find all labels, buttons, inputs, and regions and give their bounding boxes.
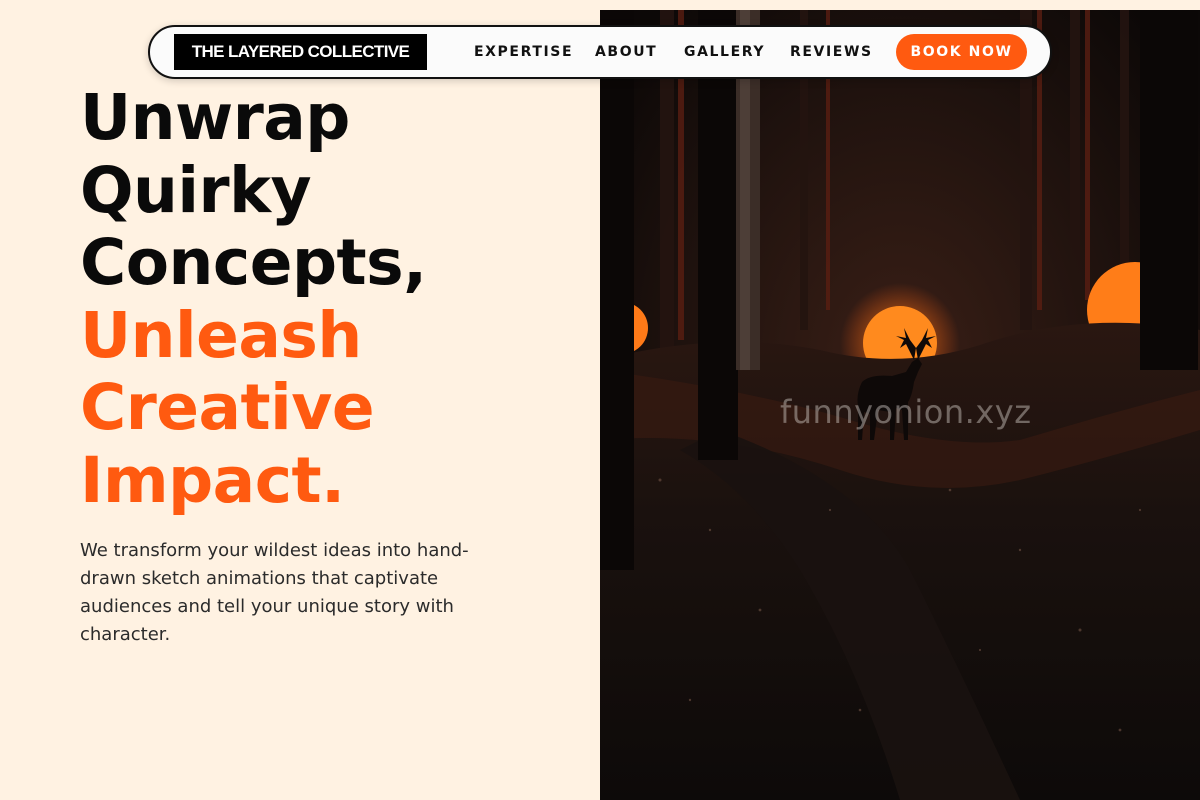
- top-nav: THE LAYERED COLLECTIVE EXPERTISE ABOUT G…: [148, 25, 1052, 79]
- image-watermark: funnyonion.xyz: [780, 393, 1032, 431]
- headline-accent-line-1: Unleash: [80, 298, 362, 372]
- nav-link-expertise[interactable]: EXPERTISE: [474, 27, 573, 77]
- hero-description: We transform your wildest ideas into han…: [80, 540, 469, 645]
- book-now-button[interactable]: BOOK NOW: [896, 34, 1027, 70]
- headline-line-3: Concepts,: [80, 226, 427, 299]
- hero-headline: Unwrap Quirky Concepts, Unleash Creative…: [80, 81, 427, 517]
- nav-link-about[interactable]: ABOUT: [595, 27, 657, 77]
- headline-line-1: Unwrap: [80, 81, 350, 154]
- nav-link-reviews[interactable]: REVIEWS: [790, 27, 873, 77]
- headline-accent-line-2: Creative: [80, 371, 375, 444]
- headline-line-2: Quirky: [80, 153, 312, 227]
- headline-accent-line-3: Impact.: [80, 443, 345, 517]
- hero-forest-image: funnyonion.xyz: [600, 10, 1200, 800]
- nav-link-gallery[interactable]: GALLERY: [684, 27, 765, 77]
- brand-logo[interactable]: THE LAYERED COLLECTIVE: [174, 34, 427, 70]
